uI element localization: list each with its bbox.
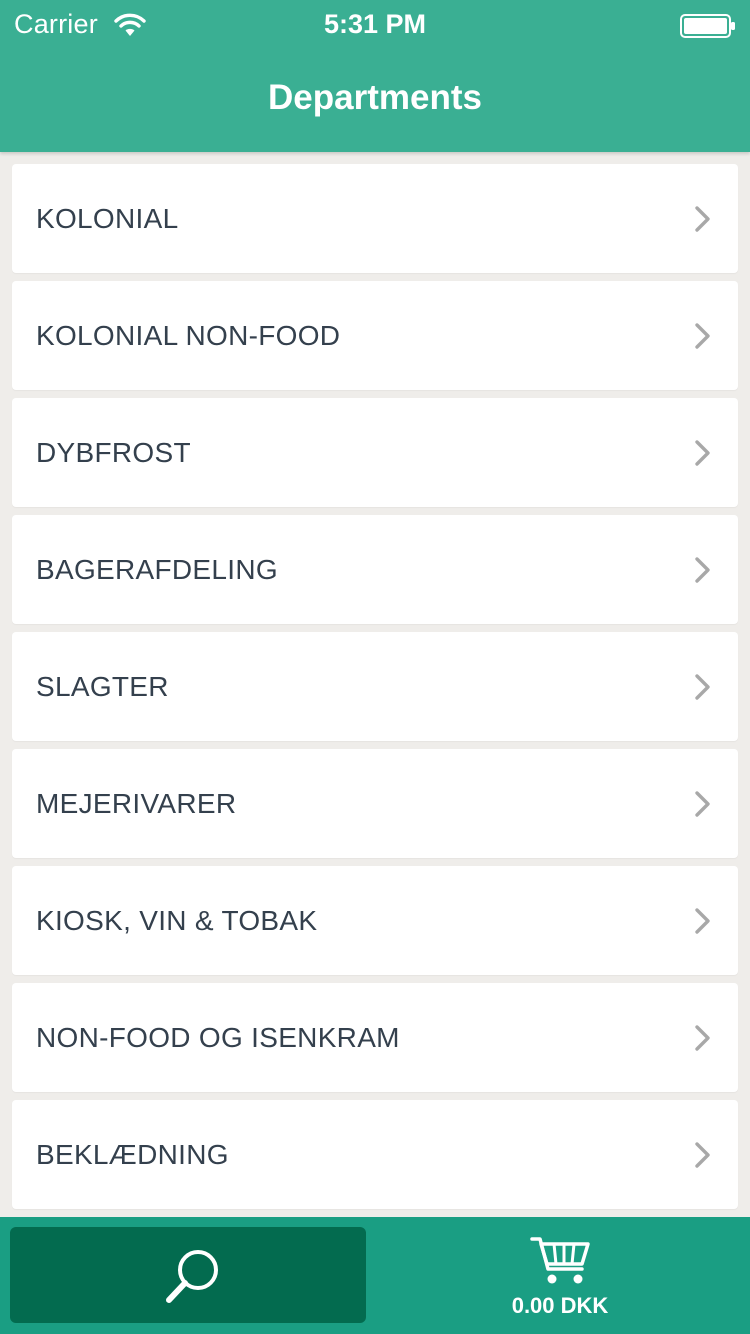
chevron-right-icon xyxy=(694,322,712,350)
chevron-right-icon xyxy=(694,556,712,584)
chevron-right-icon xyxy=(694,439,712,467)
department-item-mejerivarer[interactable]: MEJERIVARER xyxy=(12,749,738,858)
department-label: NON-FOOD OG ISENKRAM xyxy=(36,1022,400,1053)
chevron-right-icon xyxy=(694,1024,712,1052)
chevron-right-icon xyxy=(694,907,712,935)
department-item-dybfrost[interactable]: DYBFROST xyxy=(12,398,738,507)
cart-button[interactable]: 0.00 DKK xyxy=(380,1227,740,1323)
department-label: BEKLÆDNING xyxy=(36,1139,229,1170)
department-item-kolonial[interactable]: KOLONIAL xyxy=(12,164,738,273)
bottom-toolbar: 0.00 DKK xyxy=(0,1217,750,1334)
status-bar: Carrier 5:31 PM xyxy=(0,0,750,52)
page-title: Departments xyxy=(268,78,482,117)
chevron-right-icon xyxy=(694,205,712,233)
department-item-kolonial-non-food[interactable]: KOLONIAL NON-FOOD xyxy=(12,281,738,390)
search-button[interactable] xyxy=(10,1227,366,1323)
shopping-cart-icon xyxy=(530,1235,592,1287)
department-item-bagerafdeling[interactable]: BAGERAFDELING xyxy=(12,515,738,624)
chevron-right-icon xyxy=(694,1141,712,1169)
cart-total: 0.00 DKK xyxy=(511,1293,609,1318)
department-list: KOLONIAL KOLONIAL NON-FOOD DYBFROST BAGE… xyxy=(12,164,738,1217)
search-icon xyxy=(160,1243,226,1309)
status-time: 5:31 PM xyxy=(323,9,427,39)
department-label: DYBFROST xyxy=(36,437,191,468)
chevron-right-icon xyxy=(694,790,712,818)
department-label: MEJERIVARER xyxy=(36,788,237,819)
department-item-non-food-og-isenkram[interactable]: NON-FOOD OG ISENKRAM xyxy=(12,983,738,1092)
battery-icon xyxy=(680,14,736,38)
department-label: SLAGTER xyxy=(36,671,169,702)
department-label: KOLONIAL xyxy=(36,203,179,234)
department-label: BAGERAFDELING xyxy=(36,554,278,585)
department-label: KIOSK, VIN & TOBAK xyxy=(36,905,318,936)
department-label: KOLONIAL NON-FOOD xyxy=(36,320,341,351)
header: Carrier 5:31 PM Departments xyxy=(0,0,750,152)
department-item-beklaedning[interactable]: BEKLÆDNING xyxy=(12,1100,738,1209)
chevron-right-icon xyxy=(694,673,712,701)
department-item-slagter[interactable]: SLAGTER xyxy=(12,632,738,741)
department-item-kiosk-vin-tobak[interactable]: KIOSK, VIN & TOBAK xyxy=(12,866,738,975)
